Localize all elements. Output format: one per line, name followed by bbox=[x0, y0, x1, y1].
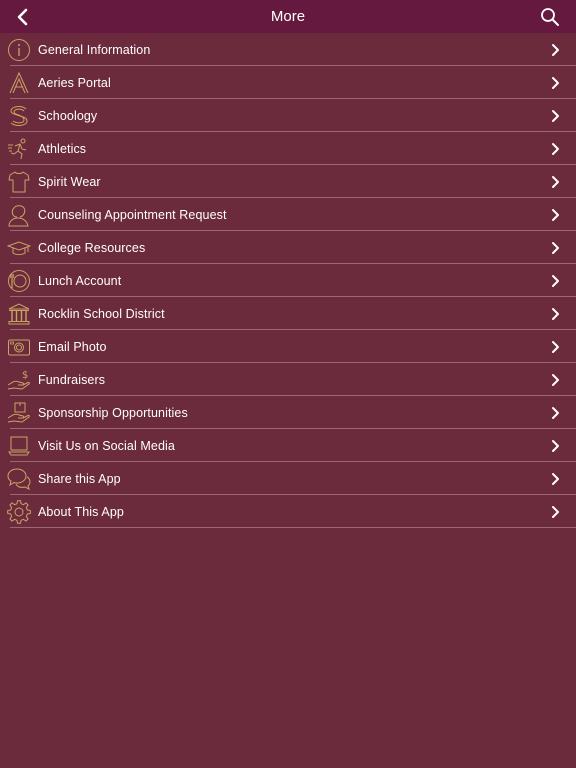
chevron-right-icon bbox=[550, 307, 562, 321]
menu-item-about-this-app[interactable]: About This App bbox=[0, 495, 576, 528]
page-title: More bbox=[270, 8, 306, 25]
chevron-right-icon bbox=[550, 241, 562, 255]
chevron-right-icon bbox=[550, 76, 562, 90]
menu-item-label: Spirit Wear bbox=[38, 174, 101, 189]
chat-bubbles-icon bbox=[7, 467, 31, 491]
chevron-right-icon bbox=[550, 472, 562, 486]
laptop-icon bbox=[7, 434, 31, 458]
menu-item-general-information[interactable]: General Information bbox=[0, 33, 576, 66]
more-menu-list: General Information Aeries Portal School… bbox=[0, 33, 576, 528]
menu-item-label: Email Photo bbox=[38, 339, 107, 354]
hand-money-icon: $ bbox=[7, 368, 31, 392]
chevron-right-icon bbox=[550, 208, 562, 222]
menu-item-college-resources[interactable]: College Resources bbox=[0, 231, 576, 264]
svg-text:$: $ bbox=[22, 370, 28, 381]
runner-icon bbox=[7, 137, 31, 161]
lunch-icon bbox=[7, 269, 31, 293]
menu-item-label: General Information bbox=[38, 42, 151, 57]
person-icon bbox=[7, 203, 31, 227]
menu-item-visit-us-on-social-media[interactable]: Visit Us on Social Media bbox=[0, 429, 576, 462]
menu-item-label: Rocklin School District bbox=[38, 306, 165, 321]
menu-item-label: Visit Us on Social Media bbox=[38, 438, 175, 453]
info-icon bbox=[7, 38, 31, 62]
chevron-right-icon bbox=[550, 43, 562, 57]
shirt-icon bbox=[7, 170, 31, 194]
building-icon bbox=[7, 302, 31, 326]
hand-box-icon bbox=[7, 401, 31, 425]
menu-item-label: Fundraisers bbox=[38, 372, 106, 387]
chevron-right-icon bbox=[550, 274, 562, 288]
menu-item-aeries-portal[interactable]: Aeries Portal bbox=[0, 66, 576, 99]
menu-item-share-this-app[interactable]: Share this App bbox=[0, 462, 576, 495]
chevron-right-icon bbox=[550, 175, 562, 189]
menu-item-label: College Resources bbox=[38, 240, 146, 255]
search-button[interactable] bbox=[538, 5, 562, 29]
chevron-right-icon bbox=[550, 340, 562, 354]
menu-item-label: Aeries Portal bbox=[38, 75, 111, 90]
gear-icon bbox=[7, 499, 31, 524]
menu-item-label: Lunch Account bbox=[38, 273, 122, 288]
menu-item-spirit-wear[interactable]: Spirit Wear bbox=[0, 165, 576, 198]
top-nav-bar: More bbox=[0, 0, 576, 33]
search-icon bbox=[541, 8, 559, 26]
chevron-right-icon bbox=[550, 142, 562, 156]
chevron-right-icon bbox=[550, 109, 562, 123]
menu-item-rocklin-school-district[interactable]: Rocklin School District bbox=[0, 297, 576, 330]
chevron-right-icon bbox=[550, 439, 562, 453]
letter-a-icon bbox=[7, 71, 31, 95]
menu-item-label: Sponsorship Opportunities bbox=[38, 405, 188, 420]
camera-icon bbox=[7, 335, 31, 359]
menu-item-schoology[interactable]: Schoology bbox=[0, 99, 576, 132]
chevron-right-icon bbox=[550, 373, 562, 387]
chevron-right-icon bbox=[550, 505, 562, 519]
menu-item-counseling-appointment-request[interactable]: Counseling Appointment Request bbox=[0, 198, 576, 231]
menu-item-fundraisers[interactable]: $ Fundraisers bbox=[0, 363, 576, 396]
menu-item-lunch-account[interactable]: Lunch Account bbox=[0, 264, 576, 297]
graduation-cap-icon bbox=[7, 236, 31, 260]
menu-item-label: Share this App bbox=[38, 471, 121, 486]
menu-item-email-photo[interactable]: Email Photo bbox=[0, 330, 576, 363]
menu-item-label: Schoology bbox=[38, 108, 98, 123]
letter-s-icon bbox=[7, 104, 31, 128]
menu-item-athletics[interactable]: Athletics bbox=[0, 132, 576, 165]
menu-item-label: Athletics bbox=[38, 141, 87, 156]
chevron-right-icon bbox=[550, 406, 562, 420]
menu-item-sponsorship-opportunities[interactable]: Sponsorship Opportunities bbox=[0, 396, 576, 429]
menu-item-label: Counseling Appointment Request bbox=[38, 207, 227, 222]
menu-item-label: About This App bbox=[38, 504, 124, 519]
